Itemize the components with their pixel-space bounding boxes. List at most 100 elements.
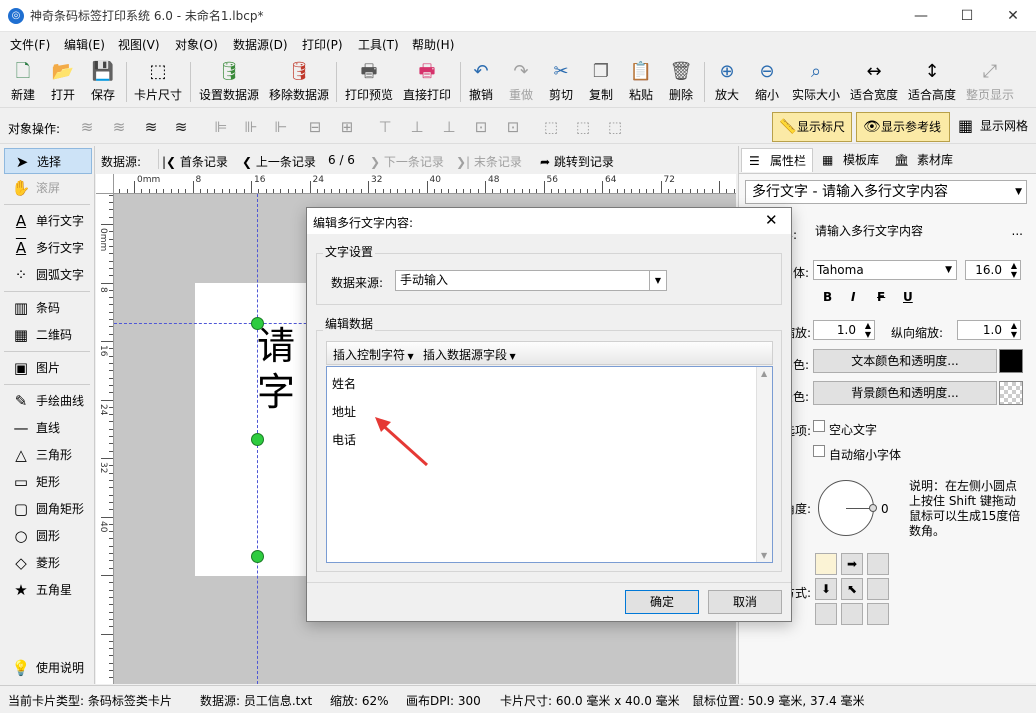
help-button[interactable]: 💡 使用说明 bbox=[4, 655, 92, 681]
card-size-button[interactable]: ⬚ 卡片尺寸 bbox=[132, 58, 184, 106]
tool-freehand[interactable]: ✎ 手绘曲线 bbox=[4, 388, 92, 414]
align-top-right-button[interactable] bbox=[867, 553, 889, 575]
hollow-checkbox[interactable] bbox=[813, 420, 825, 432]
tool-multi-line-text[interactable]: A 多行文字 bbox=[4, 235, 92, 261]
insert-control-char-menu[interactable]: 插入控制字符 ▼ bbox=[333, 346, 414, 363]
delete-button[interactable]: 🗑 删除 bbox=[664, 58, 698, 106]
zoom-in-button[interactable]: ⊕ 放大 bbox=[710, 58, 744, 106]
same-height-icon[interactable]: ⊡ bbox=[502, 116, 524, 138]
menu-object[interactable]: 对象(O) bbox=[175, 36, 218, 53]
minimize-button[interactable]: — bbox=[898, 0, 944, 32]
align-right-icon[interactable]: ⊩ bbox=[270, 116, 292, 138]
last-record-button[interactable]: ❯| 末条记录 bbox=[456, 153, 522, 170]
ok-button[interactable]: 确定 bbox=[625, 590, 699, 614]
data-textarea[interactable]: 姓名 地址 电话 ▲ ▼ bbox=[326, 366, 773, 563]
bg-color-swatch[interactable] bbox=[999, 381, 1023, 405]
redo-button[interactable]: ↷ 重做 bbox=[504, 58, 538, 106]
fit-height-button[interactable]: ↕ 适合高度 bbox=[906, 58, 958, 106]
selection-handle[interactable] bbox=[251, 433, 264, 446]
menu-view[interactable]: 视图(V) bbox=[118, 36, 160, 53]
align-bottom-right-button[interactable] bbox=[867, 603, 889, 625]
align-middle-icon[interactable]: ⊥ bbox=[406, 116, 428, 138]
group-icon[interactable]: ⬚ bbox=[540, 116, 562, 138]
layer-up-icon[interactable]: ≋ bbox=[76, 116, 98, 138]
tool-line[interactable]: — 直线 bbox=[4, 415, 92, 441]
tab-templates[interactable]: ▦ 模板库 bbox=[815, 148, 889, 172]
tool-qrcode[interactable]: ▦ 二维码 bbox=[4, 322, 92, 348]
show-guides-toggle[interactable]: 👁 显示参考线 bbox=[856, 112, 950, 142]
align-center-icon[interactable]: ⊪ bbox=[240, 116, 262, 138]
tab-materials[interactable]: 🏛 素材库 bbox=[889, 148, 961, 172]
align-bottom-button[interactable] bbox=[841, 603, 863, 625]
align-center-button[interactable]: ⬉ bbox=[841, 578, 863, 600]
text-color-button[interactable]: 文本颜色和透明度... bbox=[813, 349, 997, 373]
new-button[interactable]: 🗋 新建 bbox=[6, 58, 40, 106]
align-right-button[interactable] bbox=[867, 578, 889, 600]
next-record-button[interactable]: ❯ 下一条记录 bbox=[370, 153, 444, 170]
tool-star[interactable]: ★ 五角星 bbox=[4, 577, 92, 603]
tool-image[interactable]: ▣ 图片 bbox=[4, 355, 92, 381]
set-datasource-button[interactable]: 🛢 设置数据源 bbox=[196, 58, 262, 106]
first-record-button[interactable]: |❮ 首条记录 bbox=[162, 153, 228, 170]
content-value[interactable]: 请输入多行文字内容... bbox=[813, 221, 1027, 243]
maximize-button[interactable]: ☐ bbox=[944, 0, 990, 32]
jump-record-button[interactable]: ➦ 跳转到记录 bbox=[540, 153, 614, 170]
align-bottom-left-button[interactable] bbox=[815, 603, 837, 625]
fit-width-button[interactable]: ↔ 适合宽度 bbox=[848, 58, 900, 106]
font-name-select[interactable]: Tahoma ▼ bbox=[813, 260, 957, 280]
tool-rectangle[interactable]: ▭ 矩形 bbox=[4, 469, 92, 495]
cancel-button[interactable]: 取消 bbox=[708, 590, 782, 614]
bg-color-button[interactable]: 背景颜色和透明度... bbox=[813, 381, 997, 405]
lock-icon[interactable]: ⬚ bbox=[604, 116, 626, 138]
open-button[interactable]: 📂 打开 bbox=[46, 58, 80, 106]
menu-tools[interactable]: 工具(T) bbox=[358, 36, 399, 53]
text-color-swatch[interactable] bbox=[999, 349, 1023, 373]
italic-button[interactable]: I bbox=[851, 290, 855, 304]
align-top-button[interactable]: ➡ bbox=[841, 553, 863, 575]
close-window-button[interactable]: ✕ bbox=[990, 0, 1036, 32]
insert-field-menu[interactable]: 插入数据源字段 ▼ bbox=[423, 346, 516, 363]
hscale-stepper[interactable]: 1.0 ▲ ▼ bbox=[813, 320, 875, 340]
direct-print-button[interactable]: 🖶 直接打印 bbox=[400, 58, 454, 106]
prev-record-button[interactable]: ❮ 上一条记录 bbox=[242, 153, 316, 170]
cut-button[interactable]: ✂ 剪切 bbox=[544, 58, 578, 106]
actual-size-button[interactable]: ⌕ 实际大小 bbox=[790, 58, 842, 106]
auto-shrink-checkbox[interactable] bbox=[813, 445, 825, 457]
show-grid-toggle[interactable]: ▦ 显示网格 bbox=[956, 112, 1036, 142]
distribute-v-icon[interactable]: ⊞ bbox=[336, 116, 358, 138]
angle-dial[interactable] bbox=[818, 480, 877, 536]
dialog-close-button[interactable]: ✕ bbox=[765, 211, 778, 229]
tab-properties[interactable]: ☰ 属性栏 bbox=[741, 148, 813, 172]
strikethrough-button[interactable]: F bbox=[877, 290, 885, 304]
remove-datasource-button[interactable]: 🛢 移除数据源 bbox=[266, 58, 332, 106]
angle-handle[interactable] bbox=[869, 504, 877, 512]
underline-button[interactable]: U bbox=[903, 290, 913, 304]
show-ruler-toggle[interactable]: 📏 显示标尺 bbox=[772, 112, 852, 142]
align-bottom-icon[interactable]: ⊥ bbox=[438, 116, 460, 138]
object-select[interactable]: 多行文字 - 请输入多行文字内容 ▼ bbox=[745, 180, 1027, 204]
datasource-select[interactable]: 手动输入 ▼ bbox=[395, 270, 667, 291]
textarea-scrollbar[interactable]: ▲ ▼ bbox=[756, 367, 772, 562]
ungroup-icon[interactable]: ⬚ bbox=[572, 116, 594, 138]
menu-print[interactable]: 打印(P) bbox=[302, 36, 343, 53]
menu-edit[interactable]: 编辑(E) bbox=[64, 36, 105, 53]
font-size-stepper[interactable]: 16.0 ▲ ▼ bbox=[965, 260, 1021, 280]
tool-diamond[interactable]: ◇ 菱形 bbox=[4, 550, 92, 576]
print-preview-button[interactable]: 🖶 打印预览 bbox=[342, 58, 396, 106]
copy-button[interactable]: ❐ 复制 bbox=[584, 58, 618, 106]
layer-bottom-icon[interactable]: ≋ bbox=[170, 116, 192, 138]
menu-file[interactable]: 文件(F) bbox=[10, 36, 50, 53]
scroll-up-icon[interactable]: ▲ bbox=[761, 369, 767, 378]
tool-circle[interactable]: ○ 圆形 bbox=[4, 523, 92, 549]
layer-down-icon[interactable]: ≋ bbox=[108, 116, 130, 138]
distribute-h-icon[interactable]: ⊟ bbox=[304, 116, 326, 138]
zoom-out-button[interactable]: ⊖ 缩小 bbox=[750, 58, 784, 106]
selection-handle[interactable] bbox=[251, 550, 264, 563]
align-left-icon[interactable]: ⊫ bbox=[210, 116, 232, 138]
vscale-stepper[interactable]: 1.0 ▲ ▼ bbox=[957, 320, 1021, 340]
selection-handle[interactable] bbox=[251, 317, 264, 330]
tool-single-line-text[interactable]: A 单行文字 bbox=[4, 208, 92, 234]
bold-button[interactable]: B bbox=[823, 290, 832, 304]
paste-button[interactable]: 📋 粘贴 bbox=[624, 58, 658, 106]
scroll-down-icon[interactable]: ▼ bbox=[761, 551, 767, 560]
